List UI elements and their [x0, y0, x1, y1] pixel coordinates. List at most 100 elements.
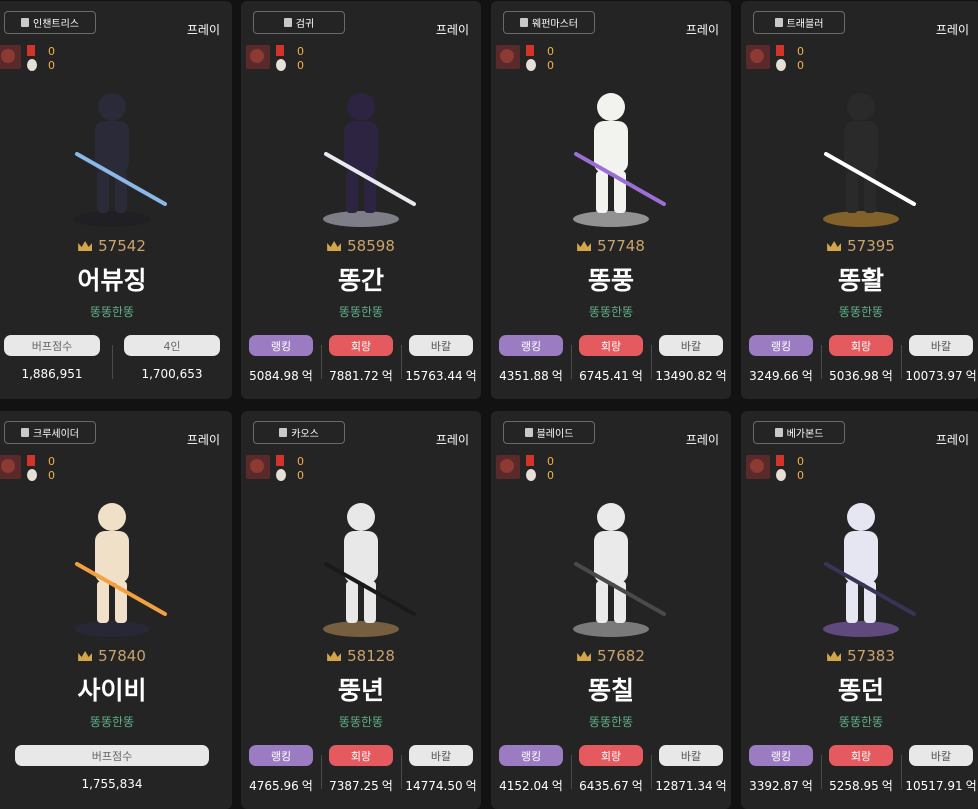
- ranking-col: 랭킹 4152.04 억: [491, 745, 571, 794]
- rotation-col: 회랑 5036.98 억: [821, 335, 901, 384]
- play-button[interactable]: 프레이: [187, 431, 220, 448]
- play-button[interactable]: 프레이: [187, 21, 220, 38]
- bakal-value: 14774.50 억: [405, 779, 477, 793]
- guild-name: 똥똥한똥: [588, 305, 634, 319]
- fame-score: 57840: [0, 647, 232, 665]
- rotation-value: 7387.25 억: [329, 779, 393, 793]
- ranking-button[interactable]: 랭킹: [749, 335, 813, 356]
- ranking-button[interactable]: 랭킹: [499, 335, 563, 356]
- rotation-col: 회랑 6745.41 억: [571, 335, 651, 384]
- play-button[interactable]: 프레이: [436, 21, 469, 38]
- rotation-button[interactable]: 회랑: [329, 745, 393, 766]
- guild-name: 똥똥한똥: [338, 715, 384, 729]
- bakal-button[interactable]: 바칼: [409, 745, 473, 766]
- job-class-label: 검귀: [295, 19, 315, 30]
- job-class-tag[interactable]: 검귀: [253, 11, 345, 34]
- mini-stats: 0 0: [496, 453, 566, 483]
- bakal-button[interactable]: 바칼: [659, 745, 723, 766]
- character-card[interactable]: 베가본드 프레이 0 0 57383 똥던 똥똥한똥 랭킹 3392.87억: [741, 411, 978, 809]
- book-icon: [524, 428, 533, 437]
- bakal-button[interactable]: 바칼: [909, 745, 973, 766]
- rotation-col: 회랑 7387.25 억: [321, 745, 401, 794]
- play-button[interactable]: 프레이: [936, 21, 969, 38]
- boss-emblem-icon: [496, 45, 520, 69]
- four-person-col: 4인 1,700,653: [112, 335, 232, 381]
- medal-icon: [776, 455, 784, 466]
- character-card[interactable]: 트래블러 프레이 0 0 57395 똥활 똥똥한똥 랭킹 3249.66억: [741, 1, 978, 399]
- character-name[interactable]: 사이비: [0, 671, 232, 707]
- play-button[interactable]: 프레이: [936, 431, 969, 448]
- character-card[interactable]: 블레이드 프레이 0 0 57682 똥칠 똥똥한똥 랭킹 4152.04억: [491, 411, 731, 809]
- ranking-value: 4765.96 억: [249, 779, 313, 793]
- job-class-label: 블레이드: [536, 429, 574, 440]
- character-card[interactable]: 인챈트리스 프레이 0 0 57542 어뷰징 똥똥한똥 버프점수 1,886,…: [0, 1, 232, 399]
- job-class-tag[interactable]: 카오스: [253, 421, 345, 444]
- guild-name: 똥똥한똥: [89, 715, 135, 729]
- bakal-button[interactable]: 바칼: [909, 335, 973, 356]
- character-card[interactable]: 카오스 프레이 0 0 58128 뚱년 똥똥한똥 랭킹 4765.96 억 회…: [241, 411, 481, 809]
- character-face-icon: [776, 59, 786, 71]
- bakal-button[interactable]: 바칼: [659, 335, 723, 356]
- job-class-tag[interactable]: 블레이드: [503, 421, 595, 444]
- rotation-button[interactable]: 회랑: [829, 335, 893, 356]
- ranking-value: 3249.66 억: [749, 369, 813, 383]
- job-class-tag[interactable]: 트래블러: [753, 11, 845, 34]
- bakal-value: 15763.44 억: [405, 369, 477, 383]
- medal-count: 0: [297, 455, 304, 468]
- character-face-icon: [776, 469, 786, 481]
- medal-icon: [27, 455, 35, 466]
- character-name[interactable]: 똥간: [241, 261, 481, 297]
- guild-name: 똥똥한똥: [338, 305, 384, 319]
- four-person-button[interactable]: 4인: [124, 335, 220, 356]
- play-button[interactable]: 프레이: [686, 431, 719, 448]
- rotation-button[interactable]: 회랑: [329, 335, 393, 356]
- ranking-button[interactable]: 랭킹: [249, 335, 313, 356]
- rotation-button[interactable]: 회랑: [829, 745, 893, 766]
- character-name[interactable]: 어뷰징: [0, 261, 232, 297]
- bakal-col: 바칼 13490.82 억: [651, 335, 731, 384]
- character-card[interactable]: 크루세이더 프레이 0 0 57840 사이비 똥똥한똥 버프점수 1,755,…: [0, 411, 232, 809]
- character-name[interactable]: 똥활: [741, 261, 978, 297]
- damage-stats: 랭킹 3249.66 억 회랑 5036.98 억 바칼 10073.97 억: [741, 335, 978, 384]
- buff-score-button[interactable]: 버프점수: [4, 335, 100, 356]
- boss-emblem-icon: [496, 455, 520, 479]
- ranking-button[interactable]: 랭킹: [499, 745, 563, 766]
- book-icon: [283, 18, 292, 27]
- character-name[interactable]: 똥풍: [491, 261, 731, 297]
- character-name[interactable]: 똥칠: [491, 671, 731, 707]
- job-class-tag[interactable]: 크루세이더: [4, 421, 96, 444]
- play-button[interactable]: 프레이: [436, 431, 469, 448]
- ranking-button[interactable]: 랭킹: [749, 745, 813, 766]
- medal-count: 0: [547, 455, 554, 468]
- buff-score-button[interactable]: 버프점수: [15, 745, 209, 766]
- book-icon: [774, 18, 783, 27]
- rotation-button[interactable]: 회랑: [579, 335, 643, 356]
- character-card[interactable]: 웨펀마스터 프레이 0 0 57748 똥풍 똥똥한똥 랭킹 4351.88 억…: [491, 1, 731, 399]
- buff-score-value: 1,886,951: [21, 367, 83, 381]
- fame-score: 57395: [741, 237, 978, 255]
- medal-count: 0: [48, 455, 55, 468]
- book-icon: [21, 428, 29, 437]
- job-class-label: 인챈트리스: [33, 19, 79, 30]
- job-class-tag[interactable]: 인챈트리스: [4, 11, 96, 34]
- boss-emblem-icon: [246, 45, 270, 69]
- rotation-value: 7881.72 억: [329, 369, 393, 383]
- character-card[interactable]: 검귀 프레이 0 0 58598 똥간 똥똥한똥 랭킹 5084.98 억 회랑…: [241, 1, 481, 399]
- character-name[interactable]: 똥던: [741, 671, 978, 707]
- buff-stats: 버프점수 1,755,834: [0, 745, 232, 791]
- play-button[interactable]: 프레이: [686, 21, 719, 38]
- vagabond-character-icon: [786, 489, 936, 639]
- fame-score: 58598: [241, 237, 481, 255]
- guild-name: 똥똥한똥: [588, 715, 634, 729]
- bakal-button[interactable]: 바칼: [409, 335, 473, 356]
- fame-crown-icon: [577, 241, 592, 251]
- face-count: 0: [297, 59, 304, 72]
- rotation-value: 6435.67 억: [579, 779, 643, 793]
- job-class-tag[interactable]: 웨펀마스터: [503, 11, 595, 34]
- job-class-tag[interactable]: 베가본드: [753, 421, 845, 444]
- rotation-button[interactable]: 회랑: [579, 745, 643, 766]
- fame-score-value: 58128: [347, 647, 395, 665]
- medal-count: 0: [297, 45, 304, 58]
- character-name[interactable]: 뚱년: [241, 671, 481, 707]
- ranking-button[interactable]: 랭킹: [249, 745, 313, 766]
